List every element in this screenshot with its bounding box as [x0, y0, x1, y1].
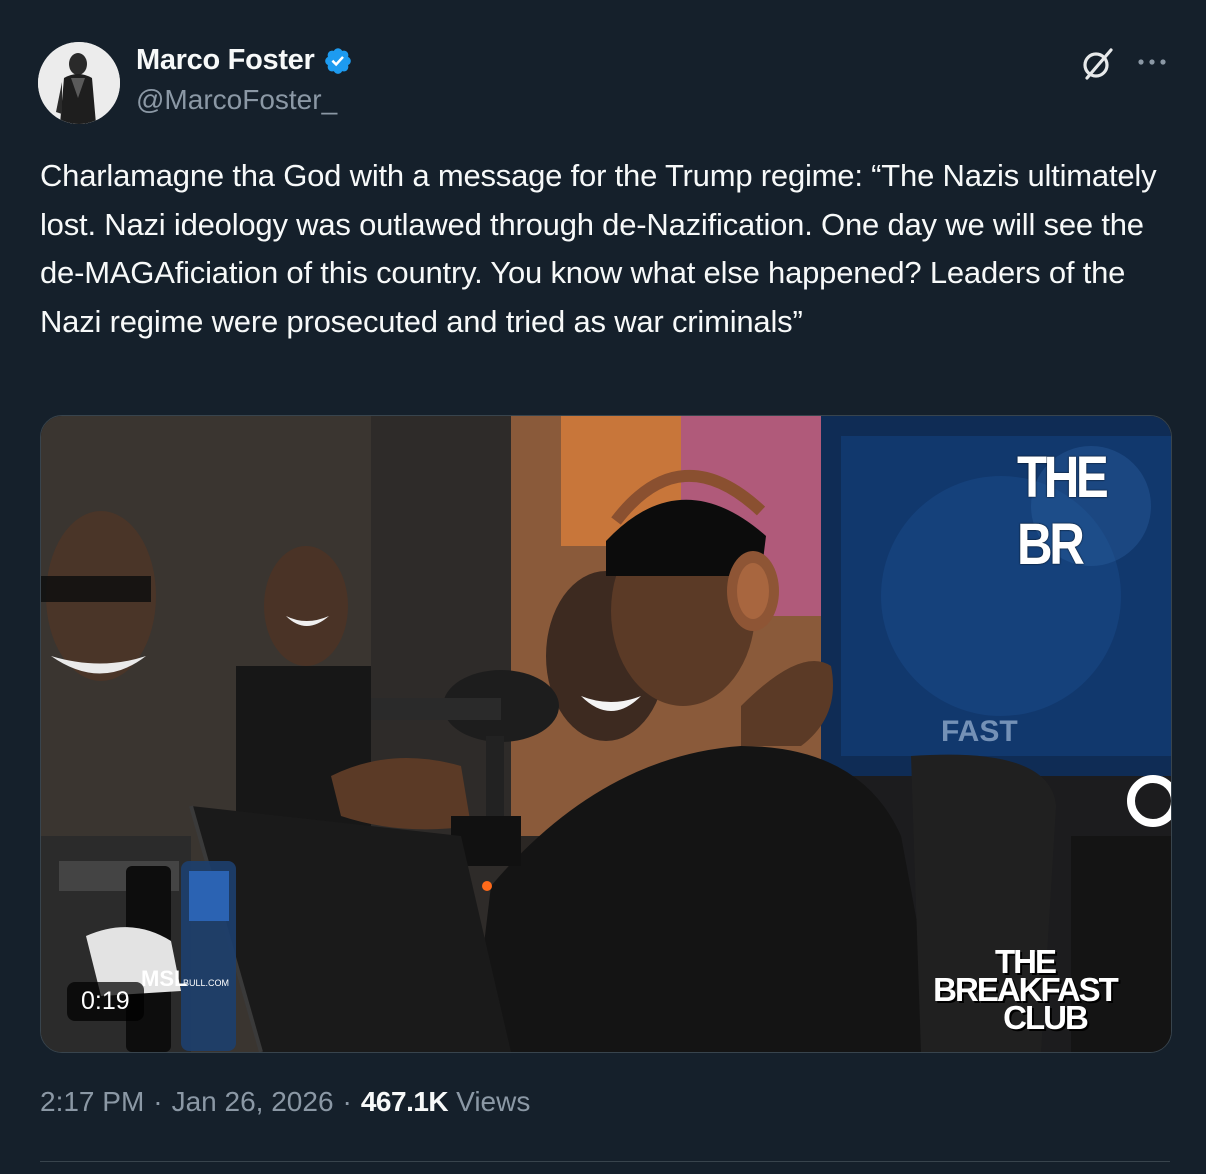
- tweet-meta: 2:17 PM · Jan 26, 2026 · 467.1K Views: [40, 1086, 530, 1118]
- watermark-line2: CLUB: [1003, 999, 1089, 1036]
- video-player[interactable]: FAST MSL BULL.COM THE BR THE BREAKFAST C…: [40, 415, 1172, 1053]
- avatar[interactable]: [38, 42, 120, 124]
- tweet-date[interactable]: Jan 26, 2026: [172, 1086, 334, 1118]
- tweet-card: Marco Foster @MarcoFoster_ Charlamagne t…: [0, 0, 1206, 1174]
- tweet-text: Charlamagne tha God with a message for t…: [40, 158, 1157, 339]
- separator: ·: [153, 1086, 163, 1117]
- author-name-row: Marco Foster: [136, 44, 353, 77]
- separator: ·: [342, 1086, 352, 1117]
- avatar-image: [38, 42, 120, 124]
- views-label[interactable]: Views: [456, 1086, 530, 1118]
- svg-text:FAST: FAST: [941, 715, 1018, 748]
- verified-badge-icon[interactable]: [323, 46, 353, 76]
- breakfast-club-watermark-top: THE BR: [1017, 445, 1109, 577]
- more-icon[interactable]: [1134, 50, 1170, 74]
- watermark-line1: THE BREAKFAST: [933, 943, 1119, 1008]
- bottle-label: MSL: [141, 966, 187, 991]
- bottle-url: BULL.COM: [183, 978, 229, 988]
- breakfast-club-watermark: THE BREAKFAST CLUB: [915, 943, 1135, 1036]
- author-display-name[interactable]: Marco Foster: [136, 44, 315, 77]
- views-count[interactable]: 467.1K: [361, 1086, 449, 1118]
- grok-icon[interactable]: [1080, 46, 1116, 82]
- video-duration-badge: 0:19: [67, 982, 144, 1021]
- tweet-time[interactable]: 2:17 PM: [40, 1086, 144, 1118]
- author-handle[interactable]: @MarcoFoster_: [136, 84, 337, 116]
- divider: [40, 1161, 1170, 1162]
